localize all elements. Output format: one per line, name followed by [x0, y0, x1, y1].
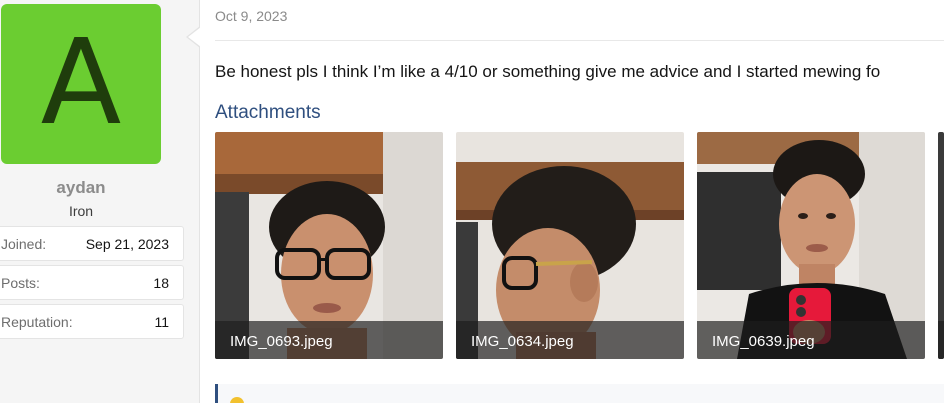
attachment-thumbnail[interactable] — [938, 132, 944, 359]
quote-block — [215, 384, 944, 403]
avatar-letter: A — [40, 13, 122, 151]
stat-value: Sep 21, 2023 — [85, 235, 169, 252]
post-date-link[interactable]: Oct 9, 2023 — [215, 8, 287, 24]
username-link[interactable]: aydan — [0, 178, 162, 198]
post-body-text: Be honest pls I think I’m like a 4/10 or… — [215, 62, 881, 81]
stat-joined: Joined: Sep 21, 2023 — [0, 226, 184, 261]
stat-posts: Posts: 18 — [0, 265, 184, 300]
attachment-filename: IMG_0639.jpeg — [712, 333, 815, 350]
attachment-thumbnail[interactable]: IMG_0634.jpeg — [456, 132, 684, 359]
attachment-filename: IMG_0693.jpeg — [230, 333, 333, 350]
attachment-photo — [938, 132, 944, 359]
attachment-thumbnail[interactable]: IMG_0693.jpeg — [215, 132, 443, 359]
avatar[interactable]: A — [1, 4, 161, 164]
user-title: Iron — [68, 203, 94, 219]
message-arrow — [186, 26, 201, 48]
stat-reputation: Reputation: 11 — [0, 304, 184, 339]
attachment-filename: IMG_0634.jpeg — [471, 333, 574, 350]
attachment-thumbnail[interactable]: IMG_0639.jpeg — [697, 132, 925, 359]
stat-label: Reputation: — [1, 313, 73, 330]
user-column: A aydan Iron Joined: Sep 21, 2023 Posts:… — [0, 0, 200, 403]
divider — [215, 40, 944, 41]
stat-value: 11 — [154, 313, 169, 330]
stat-label: Joined: — [1, 235, 47, 252]
stat-value: 18 — [153, 274, 169, 291]
attachments-heading: Attachments — [215, 102, 321, 123]
stat-label: Posts: — [1, 274, 40, 291]
